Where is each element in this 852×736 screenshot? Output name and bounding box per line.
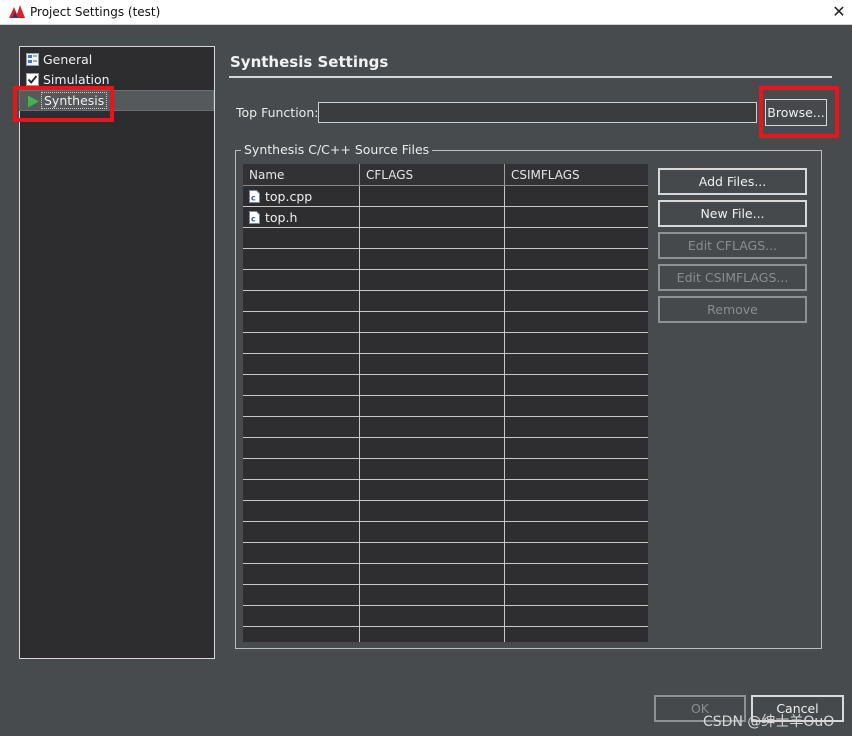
nav-item-general[interactable]: General xyxy=(24,50,212,70)
table-row[interactable] xyxy=(243,459,648,480)
c-source-file-icon: c xyxy=(249,190,260,203)
column-divider xyxy=(359,186,360,642)
window-titlebar: Project Settings (test) ✕ xyxy=(0,0,852,25)
table-row[interactable] xyxy=(243,522,648,543)
table-row[interactable] xyxy=(243,354,648,375)
source-files-group-title: Synthesis C/C++ Source Files xyxy=(241,142,433,157)
nav-item-label: Synthesis xyxy=(41,92,108,109)
file-name: top.h xyxy=(265,210,298,225)
table-row[interactable] xyxy=(243,585,648,606)
table-row[interactable] xyxy=(243,249,648,270)
edit-cflags-button[interactable]: Edit CFLAGS... xyxy=(658,232,807,259)
table-row[interactable]: c top.cpp xyxy=(243,186,648,207)
nav-item-label: General xyxy=(43,52,93,67)
column-header-name[interactable]: Name xyxy=(243,164,360,186)
general-settings-icon xyxy=(26,53,39,66)
csdn-watermark: CSDN @绅士羊OuO xyxy=(703,714,835,730)
column-header-csimflags[interactable]: CSIMFLAGS xyxy=(505,164,648,186)
svg-text:c: c xyxy=(251,194,256,203)
table-row[interactable] xyxy=(243,480,648,501)
file-name: top.cpp xyxy=(265,189,313,204)
table-row[interactable] xyxy=(243,564,648,585)
edit-csimflags-button[interactable]: Edit CSIMFLAGS... xyxy=(658,264,807,291)
table-row[interactable] xyxy=(243,291,648,312)
table-row[interactable] xyxy=(243,627,648,642)
table-row[interactable] xyxy=(243,228,648,249)
add-files-button[interactable]: Add Files... xyxy=(658,168,807,195)
column-header-cflags[interactable]: CFLAGS xyxy=(360,164,505,186)
column-divider xyxy=(504,186,505,642)
settings-category-tree: General Simulation Synthesis xyxy=(19,46,215,659)
browse-button[interactable]: Browse... xyxy=(765,99,827,126)
table-row[interactable] xyxy=(243,606,648,627)
nav-item-synthesis[interactable]: Synthesis xyxy=(19,90,214,111)
window-title: Project Settings (test) xyxy=(30,5,161,19)
nav-item-label: Simulation xyxy=(43,72,110,87)
table-row[interactable] xyxy=(243,543,648,564)
table-row[interactable] xyxy=(243,375,648,396)
table-row[interactable] xyxy=(243,270,648,291)
table-row[interactable] xyxy=(243,333,648,354)
table-row[interactable] xyxy=(243,417,648,438)
table-row[interactable] xyxy=(243,438,648,459)
table-row[interactable] xyxy=(243,501,648,522)
source-files-table[interactable]: Name CFLAGS CSIMFLAGS c top.cpp c top.h xyxy=(243,164,648,642)
new-file-button[interactable]: New File... xyxy=(658,200,807,227)
section-divider xyxy=(229,76,832,78)
top-function-label: Top Function: xyxy=(236,105,319,120)
top-function-input[interactable] xyxy=(318,102,757,123)
table-row[interactable]: c top.h xyxy=(243,207,648,228)
svg-text:c: c xyxy=(251,215,256,224)
c-source-file-icon: c xyxy=(249,211,260,224)
checkbox-checked-icon xyxy=(26,73,39,86)
play-triangle-icon xyxy=(28,95,39,108)
vivado-hls-logo-icon xyxy=(9,5,25,18)
section-title: Synthesis Settings xyxy=(230,53,389,71)
table-row[interactable] xyxy=(243,396,648,417)
nav-item-simulation[interactable]: Simulation xyxy=(24,70,212,90)
table-row[interactable] xyxy=(243,312,648,333)
close-icon[interactable]: ✕ xyxy=(828,1,850,23)
remove-button[interactable]: Remove xyxy=(658,296,807,323)
